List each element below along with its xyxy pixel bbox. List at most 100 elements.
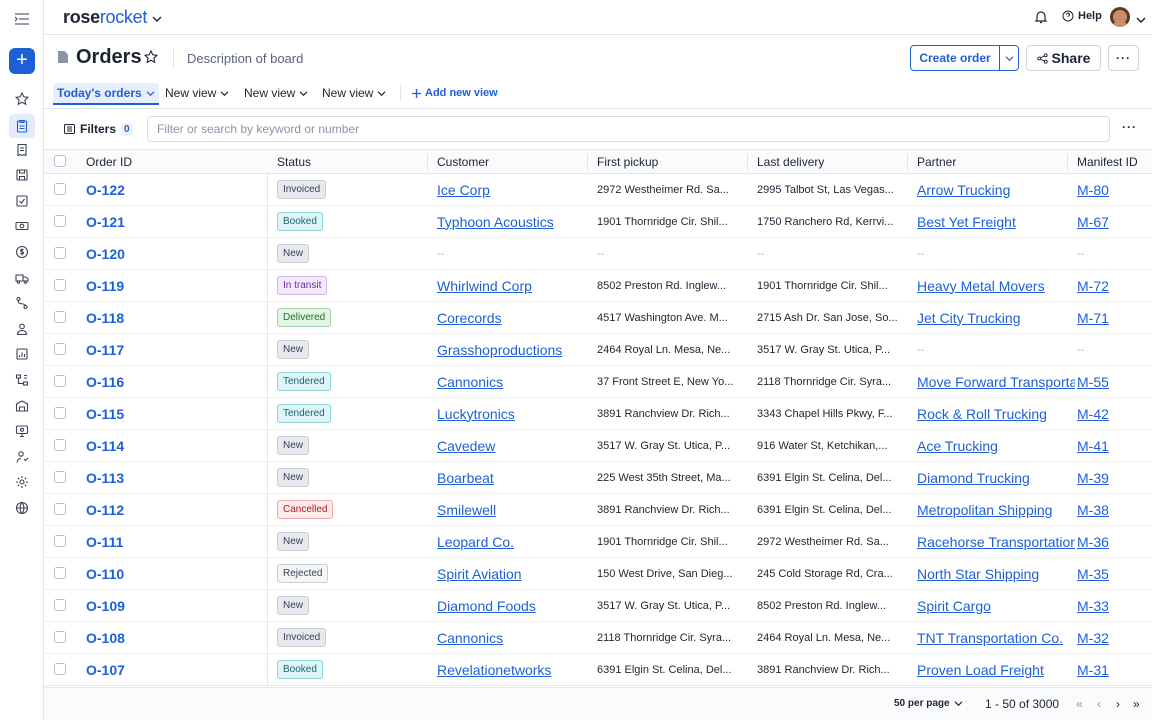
add-new-view-button[interactable]: Add new view <box>412 87 498 99</box>
last-page-icon[interactable]: » <box>1133 697 1140 711</box>
customer-link[interactable]: Smilewell <box>437 502 496 518</box>
search-input[interactable] <box>147 116 1110 142</box>
row-checkbox[interactable] <box>54 567 66 579</box>
order-id-link[interactable]: O-112 <box>86 502 124 518</box>
order-id-link[interactable]: O-122 <box>86 182 125 198</box>
menu-icon[interactable] <box>13 11 31 27</box>
row-checkbox[interactable] <box>54 471 66 483</box>
order-id-link[interactable]: O-119 <box>86 278 124 294</box>
bell-icon[interactable] <box>1034 10 1048 27</box>
manifest-link[interactable]: M-31 <box>1077 662 1109 678</box>
manifest-link[interactable]: M-36 <box>1077 534 1109 550</box>
partner-link[interactable]: Heavy Metal Movers <box>917 278 1045 294</box>
order-id-link[interactable]: O-116 <box>86 374 124 390</box>
manifest-link[interactable]: M-41 <box>1077 438 1109 454</box>
manifest-link[interactable]: M-67 <box>1077 214 1109 230</box>
table-row[interactable]: O-109 New Diamond Foods 3517 W. Gray St. Ut… <box>44 590 1152 622</box>
org-icon[interactable] <box>12 370 32 390</box>
monitor-icon[interactable] <box>12 421 32 441</box>
table-row[interactable]: O-118 Delivered Corecords 4517 Washington A… <box>44 302 1152 334</box>
customer-link[interactable]: Whirlwind Corp <box>437 278 532 294</box>
chevron-down-icon[interactable] <box>152 11 162 26</box>
row-checkbox[interactable] <box>54 631 66 643</box>
favorite-star-icon[interactable] <box>143 49 159 67</box>
row-checkbox[interactable] <box>54 503 66 515</box>
partner-link[interactable]: Racehorse Transportation <box>917 534 1075 550</box>
order-id-link[interactable]: O-113 <box>86 470 124 486</box>
partner-link[interactable]: TNT Transportation Co. <box>917 630 1063 646</box>
brand-logo[interactable]: roserocket <box>63 7 147 28</box>
order-id-link[interactable]: O-114 <box>86 438 124 454</box>
table-row[interactable]: O-122 Invoiced Ice Corp 2972 Westheimer Rd.… <box>44 174 1152 206</box>
manifest-link[interactable]: M-72 <box>1077 278 1109 294</box>
partner-link[interactable]: Move Forward Transportation <box>917 374 1075 390</box>
dollar-icon[interactable] <box>12 242 32 262</box>
create-order-label[interactable]: Create order <box>911 46 999 70</box>
chevron-down-icon[interactable] <box>1136 12 1146 27</box>
order-id-link[interactable]: O-115 <box>86 406 124 422</box>
order-id-link[interactable]: O-110 <box>86 566 124 582</box>
partner-link[interactable]: Rock & Roll Trucking <box>917 406 1047 422</box>
customer-link[interactable]: Revelationetworks <box>437 662 551 678</box>
globe-icon[interactable] <box>12 498 32 518</box>
partner-link[interactable]: Ace Trucking <box>917 438 998 454</box>
table-row[interactable]: O-107 Booked Revelationetworks 6391 Elgin S… <box>44 654 1152 686</box>
column-header-status[interactable]: Status <box>277 155 311 169</box>
route-icon[interactable] <box>12 293 32 313</box>
row-checkbox[interactable] <box>54 311 66 323</box>
customer-link[interactable]: Spirit Aviation <box>437 566 522 582</box>
row-checkbox[interactable] <box>54 215 66 227</box>
row-checkbox[interactable] <box>54 439 66 451</box>
table-row[interactable]: O-113 New Boarbeat 225 West 35th Street, Ma… <box>44 462 1152 494</box>
money-icon[interactable] <box>12 216 32 236</box>
manifest-link[interactable]: M-55 <box>1077 374 1109 390</box>
warehouse-icon[interactable] <box>12 396 32 416</box>
order-id-link[interactable]: O-107 <box>86 662 125 678</box>
manifest-link[interactable]: M-80 <box>1077 182 1109 198</box>
prev-page-icon[interactable]: ‹ <box>1097 697 1101 711</box>
row-checkbox[interactable] <box>54 343 66 355</box>
partner-link[interactable]: Proven Load Freight <box>917 662 1044 678</box>
create-order-dropdown[interactable] <box>999 46 1018 70</box>
table-row[interactable]: O-114 New Cavedew 3517 W. Gray St. Utica, P… <box>44 430 1152 462</box>
table-row[interactable]: O-111 New Leopard Co. 1901 Thornridge Cir. … <box>44 526 1152 558</box>
manifest-link[interactable]: M-71 <box>1077 310 1109 326</box>
board-description[interactable]: Description of board <box>187 51 303 66</box>
customer-link[interactable]: Cannonics <box>437 374 503 390</box>
row-checkbox[interactable] <box>54 247 66 259</box>
tab-new-view-1[interactable]: New view <box>165 86 229 100</box>
clipboard-icon[interactable] <box>9 114 35 138</box>
order-id-link[interactable]: O-120 <box>86 246 125 262</box>
customer-link[interactable]: Typhoon Acoustics <box>437 214 554 230</box>
row-checkbox[interactable] <box>54 599 66 611</box>
partner-link[interactable]: North Star Shipping <box>917 566 1039 582</box>
customer-link[interactable]: Corecords <box>437 310 502 326</box>
tab-new-view-3[interactable]: New view <box>322 86 386 100</box>
column-header-partner[interactable]: Partner <box>917 155 956 169</box>
row-checkbox[interactable] <box>54 375 66 387</box>
manifest-link[interactable]: M-42 <box>1077 406 1109 422</box>
gear-icon[interactable] <box>12 472 32 492</box>
more-actions-button[interactable]: ··· <box>1108 45 1139 71</box>
column-header-customer[interactable]: Customer <box>437 155 489 169</box>
table-row[interactable]: O-121 Booked Typhoon Acoustics 1901 Thornri… <box>44 206 1152 238</box>
per-page-select[interactable]: 50 per page <box>894 698 963 709</box>
select-all-checkbox[interactable] <box>54 155 66 167</box>
table-row[interactable]: O-117 New Grasshoproductions 2464 Royal Ln.… <box>44 334 1152 366</box>
create-plus-button[interactable]: + <box>9 48 35 74</box>
manifest-link[interactable]: M-39 <box>1077 470 1109 486</box>
table-row[interactable]: O-116 Tendered Cannonics 37 Front Street E,… <box>44 366 1152 398</box>
partner-link[interactable]: Metropolitan Shipping <box>917 502 1052 518</box>
order-id-link[interactable]: O-118 <box>86 310 124 326</box>
partner-link[interactable]: Arrow Trucking <box>917 182 1010 198</box>
manifest-link[interactable]: M-33 <box>1077 598 1109 614</box>
row-checkbox[interactable] <box>54 279 66 291</box>
manifest-link[interactable]: M-32 <box>1077 630 1109 646</box>
order-id-link[interactable]: O-121 <box>86 214 125 230</box>
table-row[interactable]: O-115 Tendered Luckytronics 3891 Ranchview … <box>44 398 1152 430</box>
table-row[interactable]: O-119 In transit Whirlwind Corp 8502 Presto… <box>44 270 1152 302</box>
customer-link[interactable]: Diamond Foods <box>437 598 536 614</box>
order-id-link[interactable]: O-117 <box>86 342 124 358</box>
manifest-link[interactable]: M-35 <box>1077 566 1109 582</box>
share-button[interactable]: Share <box>1026 45 1101 71</box>
